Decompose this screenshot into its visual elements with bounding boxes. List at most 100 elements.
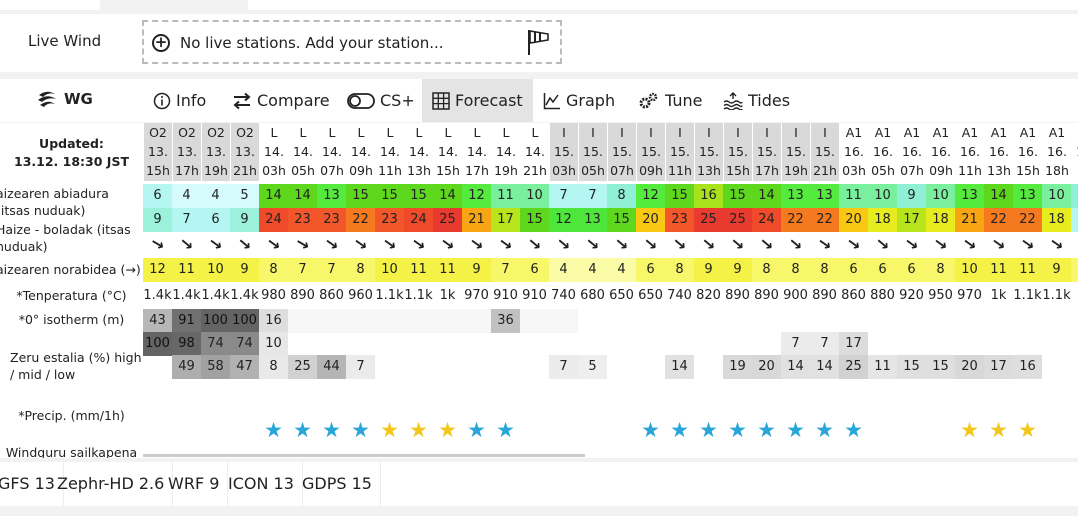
add-station-box[interactable]: + No live stations. Add your station... (142, 20, 562, 64)
cloud-mid-cell: 15 (926, 355, 955, 379)
time-header-line: O2 (207, 125, 225, 140)
isotherm-cell (375, 309, 404, 333)
isotherm-cell (752, 309, 781, 333)
time-header-line: 19h (494, 163, 518, 178)
cloud-mid-cell: 11 (868, 355, 897, 379)
time-header-line: 15h (1016, 163, 1040, 178)
wind-direction-cell: → (839, 232, 868, 256)
time-header-line: 14. (525, 144, 545, 159)
star-icon: ★ (670, 418, 689, 442)
model-tab-wrf[interactable]: WRF 9 (160, 462, 229, 506)
wave-cell: 9 (462, 258, 491, 282)
time-header-line: 03h (262, 163, 286, 178)
precip-cell (1071, 393, 1078, 417)
isotherm-label: *0° isotherm (m) (18, 312, 125, 327)
wind-direction-cell: → (1071, 232, 1078, 256)
model-tab-gdps[interactable]: GDPS 15 (294, 462, 381, 506)
horizontal-scrollbar[interactable] (143, 454, 585, 457)
time-header-cell: L 14. 17h (462, 123, 491, 181)
isotherm-cell (520, 309, 549, 333)
nav-item-compare[interactable]: Compare (222, 79, 340, 122)
cloud-mid-cell: 47 (230, 355, 259, 379)
gears-icon (638, 91, 660, 111)
cloud-high-cell (636, 332, 665, 356)
time-header-cell: L 14. 07h (317, 123, 346, 181)
cloud-high-cell (1071, 332, 1078, 356)
temperature-cell: 650 (638, 288, 663, 303)
add-icon[interactable]: + (152, 34, 170, 52)
wave-cell: 8 (346, 258, 375, 282)
isotherm-cell: 43 (143, 309, 172, 333)
wind-arrow-icon: → (639, 232, 663, 256)
time-header-cell: O2 13. 17h (172, 123, 201, 181)
time-header-line: L (328, 125, 336, 140)
star-icon: ★ (351, 418, 370, 442)
time-header-line: I (591, 125, 595, 140)
wind-speed-cell: 15 (665, 184, 694, 208)
model-tab-zephr-hd[interactable]: Zephr-HD 2.6 (49, 462, 174, 506)
star-icon: ★ (786, 418, 805, 442)
wave-cell: 12 (143, 258, 172, 282)
table-grid-icon (432, 91, 450, 110)
gusts-cell: 7 (172, 208, 201, 232)
wind-arrow-icon: → (842, 231, 865, 256)
rating-cell (201, 418, 230, 442)
precip-cell (404, 393, 433, 417)
wind-speed-cell: 16 (694, 184, 723, 208)
time-header-line: 14. (496, 144, 516, 159)
isotherm-cell (868, 309, 897, 333)
cloud-high-cell (491, 332, 520, 356)
wave-cell: 8 (810, 258, 839, 282)
isotherm-cell (839, 309, 868, 333)
nav-item-info[interactable]: Info (143, 79, 216, 122)
wind-arrow-icon: → (755, 232, 779, 256)
temperature-cell: 900 (783, 288, 808, 303)
gusts-cell: 22 (781, 208, 810, 232)
wind-direction-cell: → (317, 232, 346, 256)
wind-arrow-icon: → (320, 231, 343, 256)
wave-label: aizearen norabidea (→) (0, 262, 141, 277)
isotherm-cell (433, 309, 462, 333)
cloud-high-cell (984, 332, 1013, 356)
time-header-line: L (531, 125, 539, 140)
time-header-line: 14. (293, 144, 313, 159)
time-header-line: 19h (204, 163, 228, 178)
waves-icon (723, 91, 743, 110)
precip-cell (926, 393, 955, 417)
time-header-line: L (357, 125, 365, 140)
temperature-cell: 890 (754, 288, 779, 303)
gusts-label: Haize - boladak (itsas nuduak) (0, 222, 131, 254)
nav-item-tides[interactable]: Tides (713, 79, 800, 122)
gusts-cell: 23 (317, 208, 346, 232)
cloud-mid-cell: 14 (665, 355, 694, 379)
isotherm-cell (636, 309, 665, 333)
precip-cell (868, 393, 897, 417)
wg-brand[interactable]: WG (36, 89, 93, 109)
nav-item-cs[interactable]: CS+ (337, 79, 425, 122)
isotherm-cell (578, 309, 607, 333)
temperature-cell: 740 (667, 288, 692, 303)
nav-item-graph[interactable]: Graph (533, 79, 625, 122)
compare-arrows-icon (232, 92, 252, 110)
star-icon: ★ (409, 418, 428, 442)
time-header-line: A1 (845, 125, 863, 140)
time-header-cell: I 15. 13h (694, 123, 723, 181)
wind-arrow-icon: → (147, 231, 169, 256)
cloud-mid-cell: 58 (201, 355, 230, 379)
live-wind-panel: Live Wind + No live stations. Add your s… (0, 14, 1078, 72)
cloud-high-cell: 7 (810, 332, 839, 356)
cloud-high-cell (346, 332, 375, 356)
nav-item-forecast[interactable]: Forecast (422, 79, 533, 122)
top-tab (0, 0, 100, 10)
wind-direction-cell: → (346, 232, 375, 256)
time-header-line: 16. (1018, 144, 1038, 159)
model-tab-icon[interactable]: ICON 13 (220, 462, 303, 506)
wind-speed-cell: 11 (491, 184, 520, 208)
precip-cell (810, 393, 839, 417)
nav-item-tune[interactable]: Tune (628, 79, 712, 122)
temperature-cell: 1.4k (172, 288, 201, 303)
cloud-mid-cell (694, 355, 723, 379)
time-header-cell: I 15. 19h (781, 123, 810, 181)
time-header-line: I (1072, 123, 1078, 142)
updated-label: Updated: (39, 136, 104, 151)
